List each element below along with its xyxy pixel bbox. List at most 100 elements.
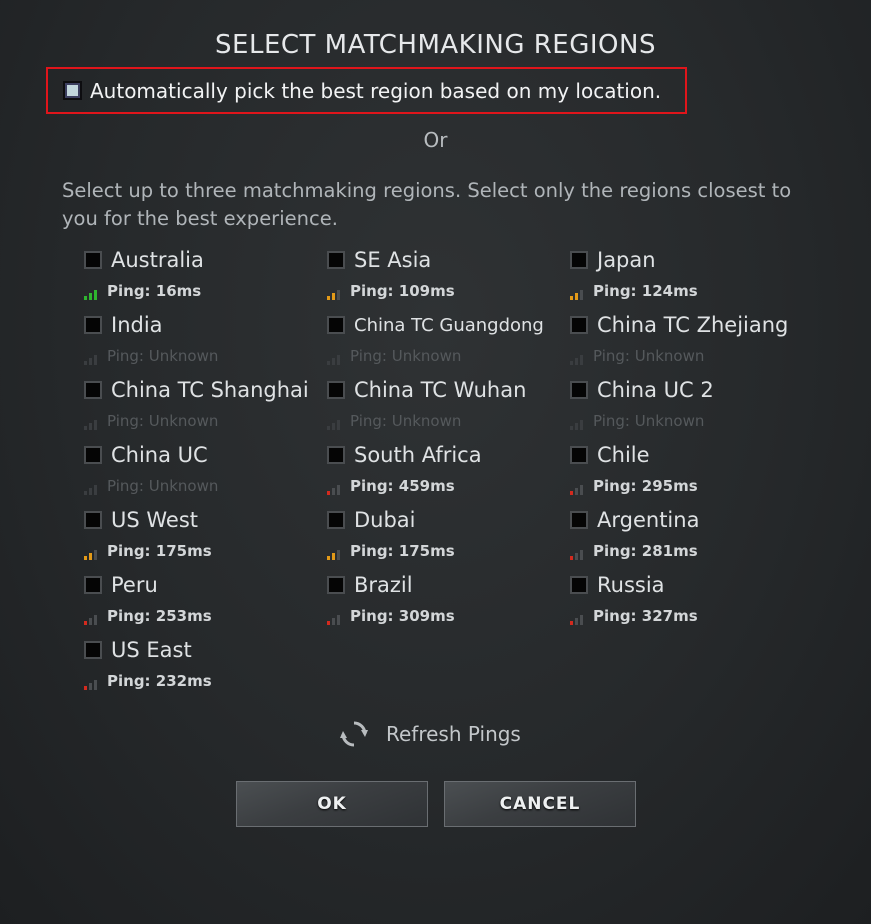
region-ping: Ping: Unknown	[350, 412, 462, 430]
region-option-india[interactable]: India Ping: Unknown	[84, 311, 324, 371]
region-checkbox[interactable]	[327, 251, 345, 269]
signal-bars-icon	[84, 418, 103, 430]
signal-bars-icon	[570, 613, 589, 625]
region-ping: Ping: Unknown	[350, 347, 462, 365]
region-ping: Ping: 109ms	[350, 282, 455, 300]
signal-bars-icon	[84, 288, 103, 300]
region-option-china-tc-zhejiang[interactable]: China TC Zhejiang Ping: Unknown	[570, 311, 810, 371]
region-name: China UC 2	[597, 378, 714, 402]
region-option-china-tc-shanghai[interactable]: China TC Shanghai Ping: Unknown	[84, 376, 324, 436]
region-name: China TC Zhejiang	[597, 313, 789, 337]
region-name: Australia	[111, 248, 204, 272]
region-option-se-asia[interactable]: SE Asia Ping: 109ms	[327, 246, 567, 306]
region-ping: Ping: 175ms	[107, 542, 212, 560]
region-option-us-east[interactable]: US East Ping: 232ms	[84, 636, 324, 696]
region-ping: Ping: 295ms	[593, 477, 698, 495]
region-ping: Ping: 232ms	[107, 672, 212, 690]
signal-bars-icon	[327, 353, 346, 365]
region-name: Argentina	[597, 508, 700, 532]
region-checkbox[interactable]	[327, 511, 345, 529]
region-ping: Ping: 309ms	[350, 607, 455, 625]
auto-pick-option[interactable]: Automatically pick the best region based…	[46, 67, 687, 114]
region-checkbox[interactable]	[327, 446, 345, 464]
region-option-australia[interactable]: Australia Ping: 16ms	[84, 246, 324, 306]
signal-bars-icon	[570, 418, 589, 430]
region-name: Dubai	[354, 508, 416, 532]
region-checkbox[interactable]	[570, 446, 588, 464]
cancel-button[interactable]: CANCEL	[444, 781, 636, 827]
region-checkbox[interactable]	[84, 641, 102, 659]
region-option-argentina[interactable]: Argentina Ping: 281ms	[570, 506, 810, 566]
signal-bars-icon	[327, 288, 346, 300]
dialog-title: SELECT MATCHMAKING REGIONS	[215, 30, 656, 60]
signal-bars-icon	[327, 548, 346, 560]
region-checkbox[interactable]	[327, 576, 345, 594]
region-option-peru[interactable]: Peru Ping: 253ms	[84, 571, 324, 631]
region-option-south-africa[interactable]: South Africa Ping: 459ms	[327, 441, 567, 501]
region-name: US East	[111, 638, 192, 662]
region-option-russia[interactable]: Russia Ping: 327ms	[570, 571, 810, 631]
region-checkbox[interactable]	[570, 511, 588, 529]
signal-bars-icon	[570, 288, 589, 300]
or-separator: Or	[423, 128, 448, 152]
region-checkbox[interactable]	[570, 251, 588, 269]
region-ping: Ping: 175ms	[350, 542, 455, 560]
auto-pick-checkbox[interactable]	[63, 81, 82, 100]
region-option-china-tc-guangdong[interactable]: China TC Guangdong Ping: Unknown	[327, 311, 567, 371]
region-checkbox[interactable]	[84, 251, 102, 269]
signal-bars-icon	[570, 483, 589, 495]
region-ping: Ping: 16ms	[107, 282, 202, 300]
signal-bars-icon	[84, 483, 103, 495]
region-name: SE Asia	[354, 248, 432, 272]
ok-button[interactable]: OK	[236, 781, 428, 827]
region-name: India	[111, 313, 163, 337]
region-ping: Ping: Unknown	[107, 347, 219, 365]
region-option-dubai[interactable]: Dubai Ping: 175ms	[327, 506, 567, 566]
auto-pick-label: Automatically pick the best region based…	[90, 78, 662, 103]
signal-bars-icon	[570, 548, 589, 560]
region-checkbox[interactable]	[570, 576, 588, 594]
region-option-brazil[interactable]: Brazil Ping: 309ms	[327, 571, 567, 631]
refresh-pings-button[interactable]: Refresh Pings	[338, 718, 521, 750]
region-name: US West	[111, 508, 199, 532]
region-option-china-tc-wuhan[interactable]: China TC Wuhan Ping: Unknown	[327, 376, 567, 436]
refresh-icon	[340, 721, 368, 747]
region-name: Russia	[597, 573, 665, 597]
signal-bars-icon	[327, 483, 346, 495]
region-checkbox[interactable]	[84, 381, 102, 399]
signal-bars-icon	[84, 353, 103, 365]
region-checkbox[interactable]	[327, 381, 345, 399]
signal-bars-icon	[84, 613, 103, 625]
region-checkbox[interactable]	[84, 316, 102, 334]
region-option-chile[interactable]: Chile Ping: 295ms	[570, 441, 810, 501]
region-checkbox[interactable]	[84, 576, 102, 594]
region-checkbox[interactable]	[84, 446, 102, 464]
signal-bars-icon	[570, 353, 589, 365]
region-name: Brazil	[354, 573, 413, 597]
region-option-china-uc-2[interactable]: China UC 2 Ping: Unknown	[570, 376, 810, 436]
region-ping: Ping: Unknown	[593, 412, 705, 430]
region-name: Peru	[111, 573, 158, 597]
signal-bars-icon	[84, 548, 103, 560]
region-checkbox[interactable]	[570, 381, 588, 399]
signal-bars-icon	[327, 613, 346, 625]
region-name: Chile	[597, 443, 650, 467]
region-name: South Africa	[354, 443, 482, 467]
region-name: China TC Shanghai	[111, 378, 309, 402]
region-ping: Ping: 253ms	[107, 607, 212, 625]
region-name: China UC	[111, 443, 208, 467]
region-name: China TC Guangdong	[354, 314, 544, 336]
region-checkbox[interactable]	[327, 316, 345, 334]
region-option-japan[interactable]: Japan Ping: 124ms	[570, 246, 810, 306]
region-ping: Ping: 327ms	[593, 607, 698, 625]
signal-bars-icon	[84, 678, 103, 690]
region-option-china-uc[interactable]: China UC Ping: Unknown	[84, 441, 324, 501]
region-ping: Ping: 281ms	[593, 542, 698, 560]
region-ping: Ping: 459ms	[350, 477, 455, 495]
region-ping: Ping: Unknown	[593, 347, 705, 365]
region-checkbox[interactable]	[570, 316, 588, 334]
region-option-us-west[interactable]: US West Ping: 175ms	[84, 506, 324, 566]
region-name: China TC Wuhan	[354, 378, 527, 402]
region-ping: Ping: 124ms	[593, 282, 698, 300]
region-checkbox[interactable]	[84, 511, 102, 529]
